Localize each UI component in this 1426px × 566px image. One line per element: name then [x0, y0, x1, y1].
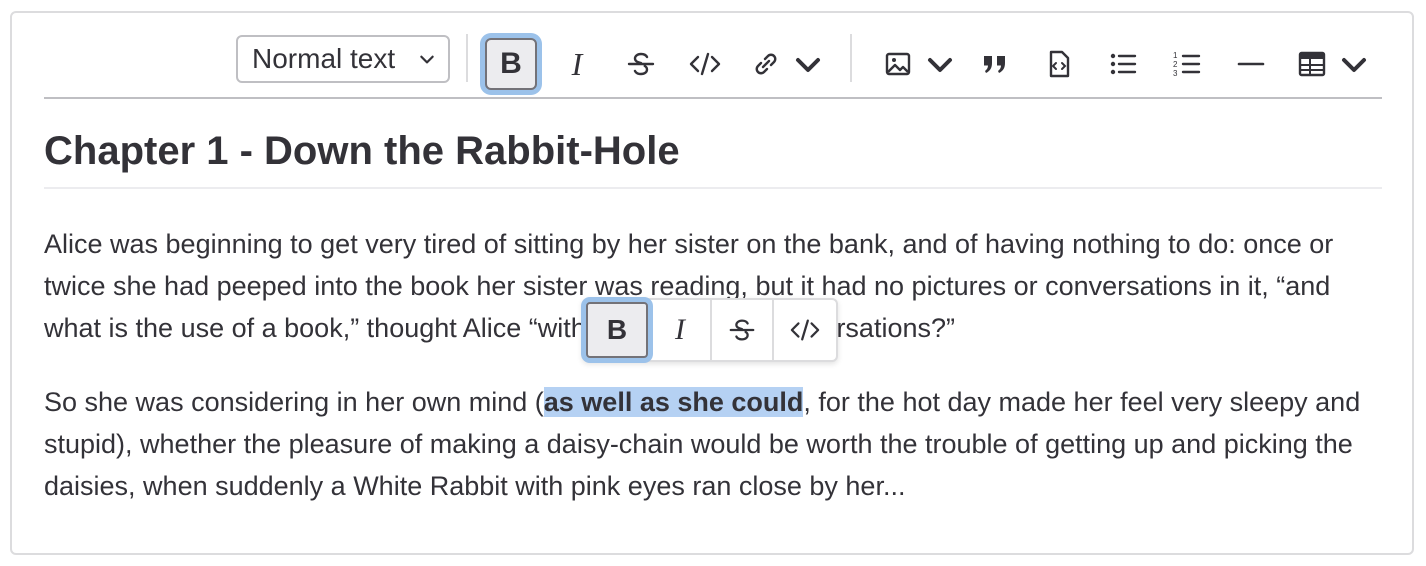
image-dropdown-button[interactable]: [874, 37, 964, 91]
bubble-code-button[interactable]: [774, 300, 836, 360]
ordered-list-button[interactable]: 123: [1160, 37, 1214, 91]
chevron-down-icon: [796, 58, 820, 72]
bold-icon: B: [606, 314, 628, 345]
link-dropdown-button[interactable]: [742, 37, 832, 91]
toolbar-divider: [850, 34, 852, 82]
horizontal-rule-icon: [1237, 62, 1265, 66]
chevron-down-icon: [420, 55, 434, 64]
code-block-icon: [1049, 50, 1070, 78]
strikethrough-icon: [627, 52, 655, 76]
code-block-button[interactable]: [1032, 37, 1086, 91]
bullet-list-icon: [1110, 53, 1137, 75]
toolbar-divider: [466, 34, 468, 82]
bullet-list-button[interactable]: [1096, 37, 1150, 91]
editor-toolbar: Normal text B I 1 2 3: [44, 25, 1382, 99]
rich-text-editor: Normal text B I 1 2 3 Chapter 1 - Down t…: [10, 11, 1414, 555]
paragraph-text: So she was considering in her own mind (: [44, 387, 544, 417]
chapter-heading[interactable]: Chapter 1 - Down the Rabbit-Hole: [44, 109, 1382, 189]
bold-icon: B: [500, 47, 522, 80]
text-style-value: Normal text: [252, 43, 396, 74]
svg-text:3: 3: [1173, 69, 1178, 78]
italic-icon: I: [675, 313, 685, 346]
bubble-italic-button[interactable]: I: [650, 300, 712, 360]
bubble-strikethrough-button[interactable]: [712, 300, 774, 360]
svg-text:2: 2: [1173, 60, 1178, 69]
bubble-bold-button[interactable]: B: [586, 302, 648, 358]
blockquote-button[interactable]: [968, 37, 1022, 91]
horizontal-rule-button[interactable]: [1224, 37, 1278, 91]
link-icon: [755, 53, 777, 75]
formatting-bubble-menu: B I: [582, 298, 838, 362]
chevron-down-icon: [928, 58, 952, 72]
code-button[interactable]: [678, 37, 732, 91]
bold-button[interactable]: B: [485, 38, 537, 90]
ordered-list-icon: 123: [1173, 51, 1201, 78]
code-icon: [689, 52, 721, 76]
svg-text:1: 1: [1173, 51, 1178, 60]
chevron-down-icon: [1342, 58, 1366, 72]
table-dropdown-button[interactable]: [1288, 37, 1378, 91]
image-icon: [885, 52, 911, 76]
table-icon: [1298, 51, 1326, 77]
italic-icon: I: [571, 45, 583, 82]
paragraph[interactable]: So she was considering in her own mind (…: [44, 381, 1382, 507]
quote-icon: [984, 56, 1005, 73]
italic-button[interactable]: I: [550, 37, 604, 91]
code-icon: [790, 319, 820, 341]
text-style-dropdown[interactable]: Normal text: [236, 35, 450, 83]
selected-bold-text[interactable]: as well as she could: [543, 387, 804, 417]
strikethrough-button[interactable]: [614, 37, 668, 91]
strikethrough-icon: [729, 319, 755, 341]
